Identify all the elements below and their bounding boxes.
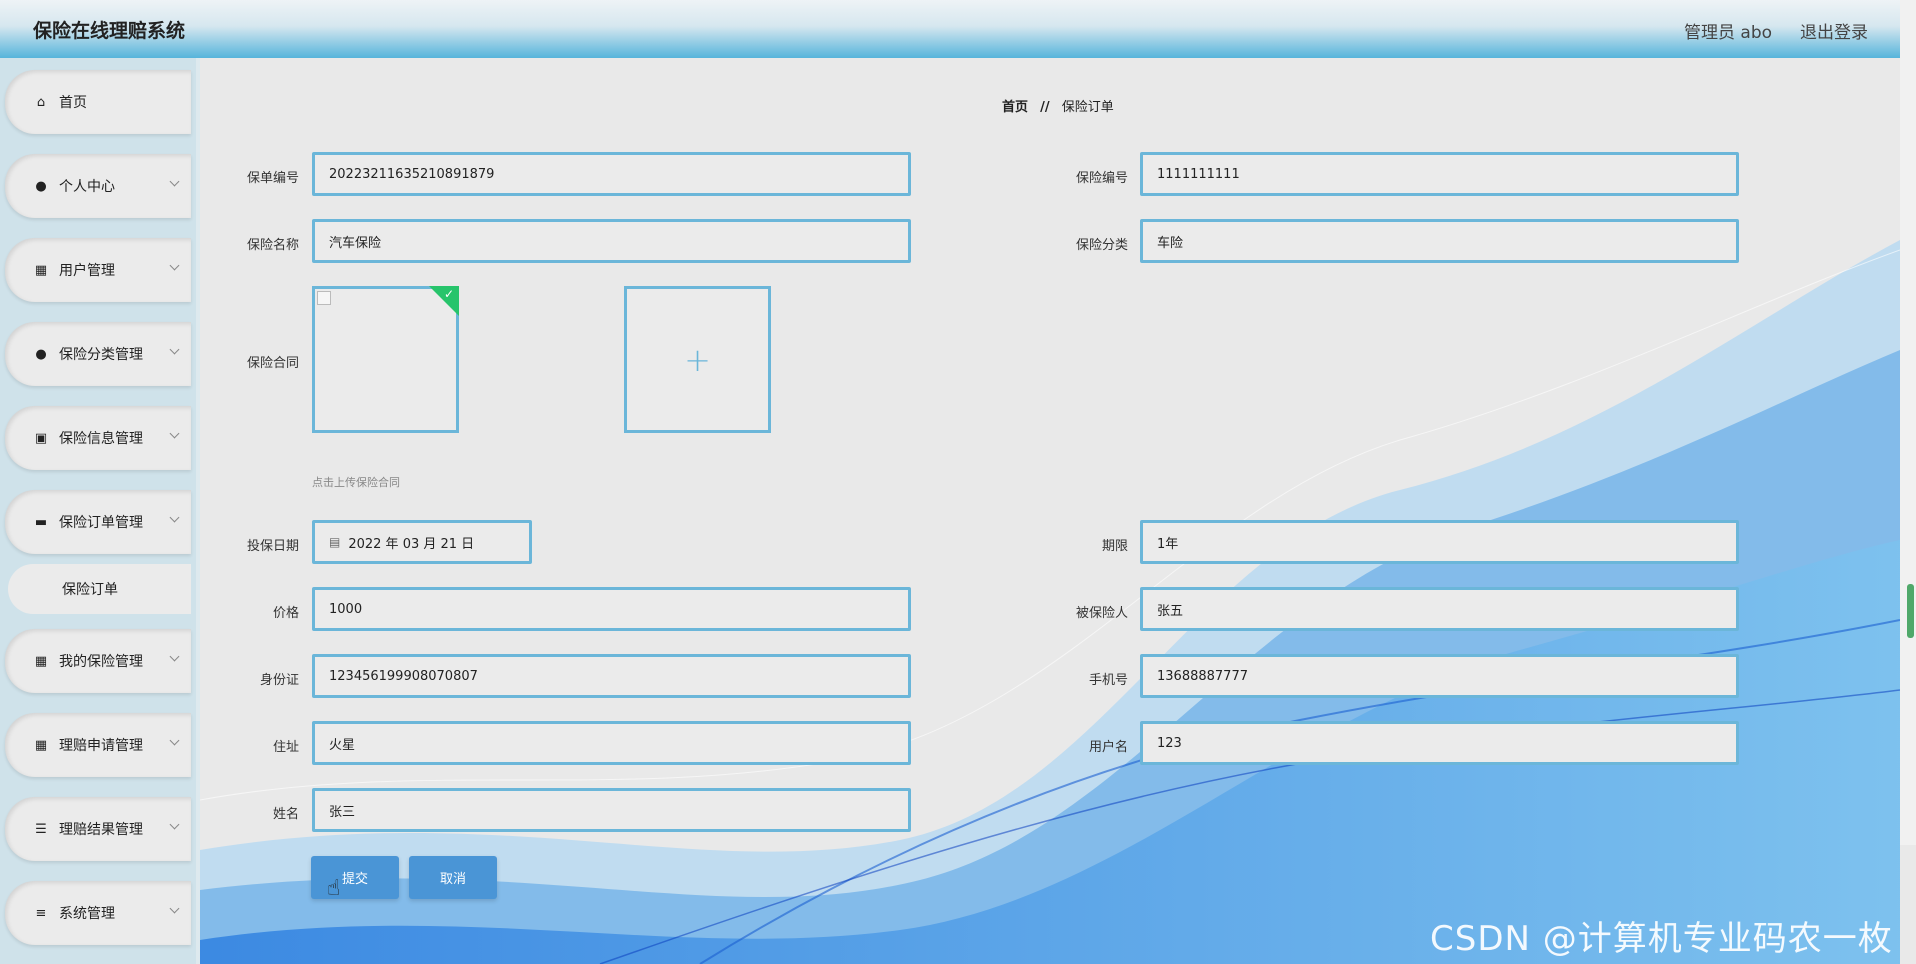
phone-label: 手机号 — [1088, 673, 1128, 688]
chevron-down-icon — [169, 735, 180, 746]
date-label: 投保日期 — [246, 539, 299, 554]
category-field[interactable]: 车险 — [1140, 219, 1739, 263]
logout-link[interactable]: 退出登录 — [1800, 18, 1868, 43]
sidebar-item-home[interactable]: ⌂ 首页 — [5, 70, 191, 134]
check-icon: ✓ — [443, 287, 454, 301]
submit-button[interactable]: 提交 — [311, 856, 399, 899]
breadcrumb-home[interactable]: 首页 — [1002, 100, 1028, 115]
address-label: 住址 — [272, 740, 299, 755]
bulb-icon: ● — [35, 346, 47, 362]
top-header: 保险在线理赔系统 管理员 abo 退出登录 — [0, 0, 1916, 58]
sidebar-item-label: 我的保险管理 — [59, 654, 143, 670]
breadcrumb-current: 保险订单 — [1061, 100, 1114, 115]
user-label: 管理员 abo — [1684, 23, 1773, 43]
name-field[interactable]: 张三 — [312, 788, 911, 832]
chevron-down-icon — [169, 903, 180, 914]
grid-icon: ▦ — [34, 653, 48, 669]
chevron-down-icon — [169, 651, 180, 662]
sidebar-item-categories[interactable]: ● 保险分类管理 — [5, 322, 191, 386]
insurance-no-label: 保险编号 — [1075, 171, 1128, 186]
username-field[interactable]: 123 — [1140, 721, 1739, 765]
sidebar-item-claim-result[interactable]: ☰ 理赔结果管理 — [5, 797, 191, 861]
hand-cursor-icon: ☝ — [327, 876, 341, 901]
sidebar-item-label: 理赔结果管理 — [59, 822, 143, 838]
upload-hint: 点击上传保险合同 — [312, 476, 400, 489]
clipboard-icon: ▣ — [34, 430, 48, 446]
chevron-down-icon — [169, 344, 180, 355]
calendar-icon: ▤ — [329, 535, 341, 549]
breadcrumb-separator: // — [1040, 100, 1050, 115]
chevron-down-icon — [169, 512, 180, 523]
chevron-down-icon — [169, 819, 180, 830]
policy-no-label: 保单编号 — [246, 171, 299, 186]
sidebar-item-label: 理赔申请管理 — [59, 738, 143, 754]
sidebar-item-claim-apply[interactable]: ▦ 理赔申请管理 — [5, 713, 191, 777]
sidebar-item-personal[interactable]: ● 个人中心 — [5, 154, 191, 218]
chevron-down-icon — [169, 260, 180, 271]
address-field[interactable]: 火星 — [312, 721, 911, 765]
list-icon: ☰ — [35, 821, 47, 837]
sidebar-item-my-insurance[interactable]: ▦ 我的保险管理 — [5, 629, 191, 693]
briefcase-icon: ▬ — [34, 514, 48, 530]
sliders-icon: ≡ — [35, 905, 47, 921]
app-title: 保险在线理赔系统 — [33, 20, 186, 42]
contract-label: 保险合同 — [246, 356, 299, 371]
id-field[interactable]: 123456199908070807 — [312, 654, 911, 698]
sidebar-item-label: 个人中心 — [59, 179, 115, 195]
term-label: 期限 — [1101, 539, 1128, 554]
insured-field[interactable]: 张五 — [1140, 587, 1739, 631]
cancel-button[interactable]: 取消 — [409, 856, 497, 899]
contract-thumbnail[interactable]: ✓ — [312, 286, 459, 433]
sidebar-item-label: 保险订单管理 — [59, 515, 143, 531]
scrollbar[interactable] — [1900, 0, 1916, 845]
price-label: 价格 — [272, 606, 299, 621]
date-value: 2022 年 03 月 21 日 — [348, 536, 475, 552]
chevron-down-icon — [169, 428, 180, 439]
sidebar-item-system[interactable]: ≡ 系统管理 — [5, 881, 191, 945]
category-label: 保险分类 — [1075, 238, 1128, 253]
sidebar-subitem-order[interactable]: 保险订单 — [8, 564, 191, 614]
sidebar-item-label: 用户管理 — [59, 263, 115, 279]
home-icon: ⌂ — [36, 94, 46, 110]
chevron-down-icon — [169, 176, 180, 187]
grid-icon: ▦ — [34, 737, 48, 753]
sidebar-item-label: 首页 — [59, 95, 87, 111]
price-field[interactable]: 1000 — [312, 587, 911, 631]
person-icon: ● — [35, 178, 47, 194]
username-label: 用户名 — [1088, 740, 1128, 755]
sidebar-item-orders[interactable]: ▬ 保险订单管理 — [5, 490, 191, 554]
term-field[interactable]: 1年 — [1140, 520, 1739, 564]
breadcrumb: 首页 // 保险订单 — [1002, 96, 1114, 115]
grid-icon: ▦ — [34, 262, 48, 278]
policy-no-field[interactable]: 20223211635210891879 — [312, 152, 911, 196]
id-label: 身份证 — [259, 673, 299, 688]
watermark: CSDN @计算机专业码农一枚 — [1430, 919, 1893, 959]
sidebar-item-users[interactable]: ▦ 用户管理 — [5, 238, 191, 302]
name-label: 姓名 — [272, 807, 299, 822]
sidebar-item-insurance-info[interactable]: ▣ 保险信息管理 — [5, 406, 191, 470]
insured-label: 被保险人 — [1075, 606, 1128, 621]
phone-field[interactable]: 13688887777 — [1140, 654, 1739, 698]
contract-upload-button[interactable]: + — [624, 286, 771, 433]
insurance-name-field[interactable]: 汽车保险 — [312, 219, 911, 263]
sidebar-item-label: 保险信息管理 — [59, 431, 143, 447]
sidebar-item-label: 保险分类管理 — [59, 347, 143, 363]
plus-icon: + — [684, 340, 711, 379]
insurance-name-label: 保险名称 — [246, 238, 299, 253]
insurance-no-field[interactable]: 1111111111 — [1140, 152, 1739, 196]
date-picker[interactable]: ▤ 2022 年 03 月 21 日 — [312, 520, 532, 564]
broken-image-icon — [317, 291, 331, 305]
sidebar-item-label: 系统管理 — [59, 906, 115, 922]
scrollbar-thumb[interactable] — [1907, 584, 1914, 638]
